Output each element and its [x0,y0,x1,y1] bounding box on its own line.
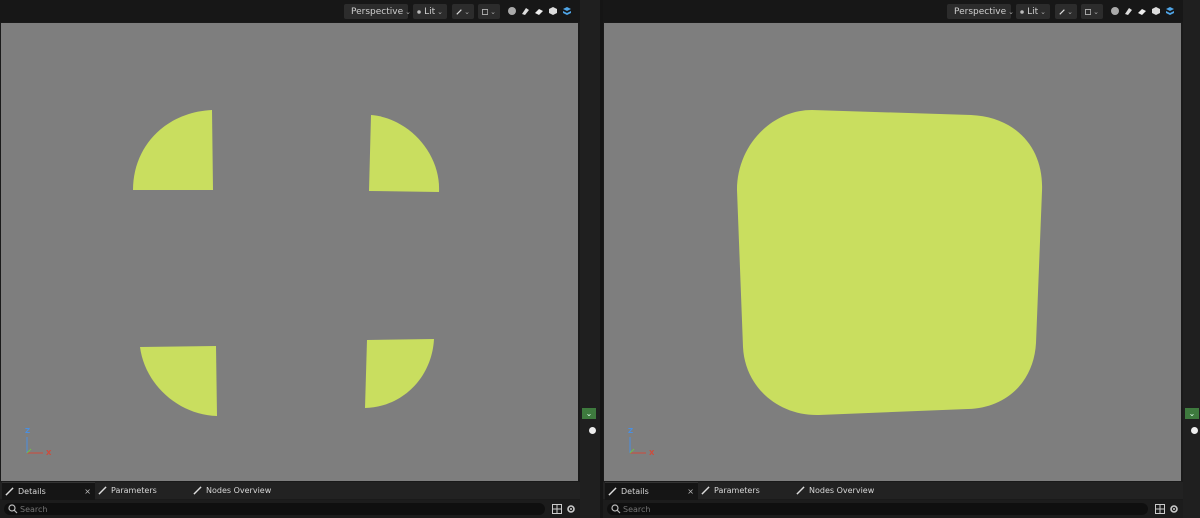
show-flags-icon [456,8,462,15]
quarter-disc-top-left [133,110,213,190]
viewport-right[interactable]: Z X [604,23,1181,481]
tab-details[interactable]: Details × [2,482,95,500]
quarter-disc-bottom-right [365,339,434,408]
collapse-button[interactable]: ⌄ [1185,408,1199,419]
cube-icon[interactable] [1151,6,1161,16]
tab-parameters-label: Parameters [714,486,760,495]
grid-view-icon[interactable] [1155,504,1165,514]
chevron-down-icon: ⌄ [1040,7,1046,16]
axis-x-label: X [649,449,655,457]
right-editor-panel: Perspective ⌄ Lit ⌄ ⌄ ⌄ Z X Details × Pa… [603,0,1183,518]
search-icon [8,504,18,514]
screen-percentage-icon [1085,8,1092,15]
close-icon[interactable]: × [84,487,91,496]
realtime-sphere-icon[interactable] [507,6,517,16]
brush-icon [5,487,14,496]
lit-dropdown[interactable]: Lit ⌄ [413,4,447,19]
perspective-label: Perspective [954,6,1007,17]
perspective-dropdown[interactable]: Perspective ⌄ [344,4,411,19]
lit-sphere-icon [417,9,421,14]
details-tabbar: Details × Parameters Nodes Overview [603,482,1183,500]
brush-icon [608,487,617,496]
show-flags-dropdown[interactable]: ⌄ [452,4,474,19]
axis-gizmo [629,437,646,454]
chevron-down-icon: ⌄ [1067,7,1073,16]
settings-gear-icon[interactable] [1169,504,1179,514]
chevron-down-icon: ⌄ [1093,7,1099,16]
details-search-row [603,500,1183,518]
quarter-disc-bottom-left [140,346,217,416]
search-input[interactable] [4,503,545,515]
tab-nodes-overview-label: Nodes Overview [809,486,875,495]
show-flags-icon [1059,8,1065,15]
cube-icon[interactable] [548,6,558,16]
brush-icon [98,486,107,495]
axis-z-label: Z [628,427,634,435]
viewport-toolbar: Perspective ⌄ Lit ⌄ ⌄ ⌄ [0,0,580,22]
tab-parameters[interactable]: Parameters [98,482,188,499]
book-icon[interactable] [1137,6,1147,16]
lit-dropdown[interactable]: Lit ⌄ [1016,4,1050,19]
rounded-square-shape [737,110,1043,416]
tab-nodes-overview-label: Nodes Overview [206,486,272,495]
quarter-disc-top-right [369,115,440,192]
layers-icon[interactable] [1165,6,1175,16]
eraser-icon[interactable] [1123,6,1133,16]
lit-sphere-icon [1020,9,1024,14]
left-editor-panel: Perspective ⌄ Lit ⌄ ⌄ ⌄ Z X Details × Pa… [0,0,580,518]
right-side-strip: ⌄ [1183,0,1200,518]
book-icon[interactable] [534,6,544,16]
search-input[interactable] [607,503,1148,515]
brush-icon [796,486,805,495]
screen-percentage-icon [482,8,489,15]
perspective-dropdown[interactable]: Perspective ⌄ [947,4,1014,19]
grid-view-icon[interactable] [552,504,562,514]
screen-percentage-dropdown[interactable]: ⌄ [1081,4,1103,19]
details-tabbar: Details × Parameters Nodes Overview [0,482,580,500]
viewport-toolbar: Perspective ⌄ Lit ⌄ ⌄ ⌄ [603,0,1183,22]
brush-icon [193,486,202,495]
tab-details[interactable]: Details × [605,482,698,500]
layers-icon[interactable] [562,6,572,16]
chevron-down-icon: ⌄ [1008,7,1014,16]
tab-nodes-overview[interactable]: Nodes Overview [193,482,303,499]
tab-parameters-label: Parameters [111,486,157,495]
pin-handle[interactable] [1191,427,1198,434]
close-icon[interactable]: × [687,487,694,496]
pin-handle[interactable] [589,427,596,434]
eraser-icon[interactable] [520,6,530,16]
tab-details-label: Details [18,487,46,496]
axis-gizmo [26,437,43,454]
tab-nodes-overview[interactable]: Nodes Overview [796,482,906,499]
show-flags-dropdown[interactable]: ⌄ [1055,4,1077,19]
axis-z-label: Z [25,427,31,435]
screen-percentage-dropdown[interactable]: ⌄ [478,4,500,19]
tab-details-label: Details [621,487,649,496]
chevron-down-icon: ⌄ [464,7,470,16]
lit-label: Lit [1027,6,1039,17]
brush-icon [701,486,710,495]
viewport-canvas-right [629,110,1043,454]
lit-label: Lit [424,6,436,17]
left-side-strip: ⌄ [580,0,600,518]
perspective-label: Perspective [351,6,404,17]
chevron-down-icon: ⌄ [490,7,496,16]
settings-gear-icon[interactable] [566,504,576,514]
viewport-left[interactable]: Z X [1,23,578,481]
details-search-row [0,500,580,518]
viewport-canvas-left [26,110,440,454]
realtime-sphere-icon[interactable] [1110,6,1120,16]
collapse-button[interactable]: ⌄ [582,408,596,419]
search-icon [611,504,621,514]
chevron-down-icon: ⌄ [405,7,411,16]
axis-x-label: X [46,449,52,457]
chevron-down-icon: ⌄ [437,7,443,16]
tab-parameters[interactable]: Parameters [701,482,791,499]
